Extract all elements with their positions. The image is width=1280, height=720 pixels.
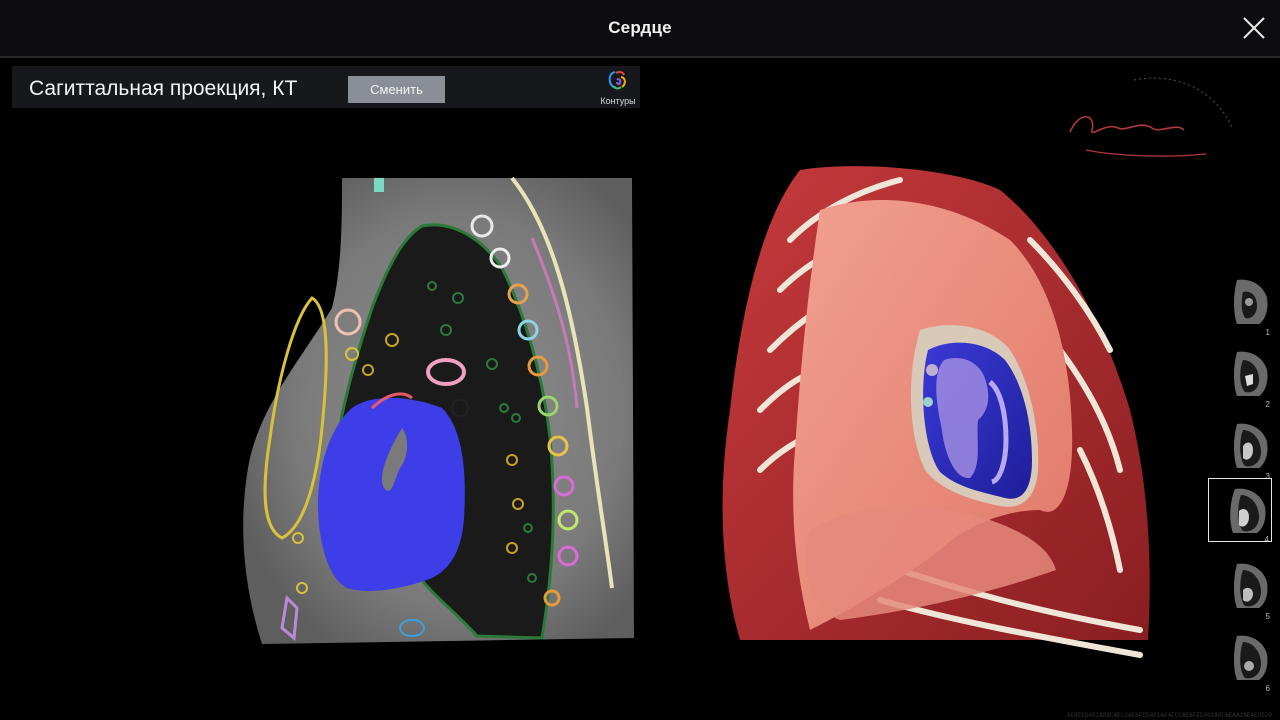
- top-bar: Сердце: [0, 0, 1280, 58]
- change-projection-button[interactable]: Сменить: [348, 76, 445, 103]
- slice-thumbnail-6[interactable]: 6: [1208, 626, 1272, 693]
- slice-thumbnail-3[interactable]: 3: [1208, 414, 1272, 481]
- ct-image[interactable]: [12, 108, 640, 714]
- slice-thumbnails: 1 2 3 4 5 6: [1206, 270, 1276, 693]
- thumbnail-number: 4: [1264, 535, 1269, 544]
- footer-hash: AE8FED401A88CAEC2AE8FED401A84FCCAE8FED40…: [1066, 712, 1272, 719]
- contours-label: Контуры: [600, 96, 636, 106]
- slice-thumbnail-2[interactable]: 2: [1208, 342, 1272, 409]
- window-title: Сердце: [608, 18, 672, 37]
- thumbnail-number: 2: [1265, 400, 1270, 409]
- slice-thumbnail-5[interactable]: 5: [1208, 554, 1272, 621]
- ct-panel-header: Сагиттальная проекция, КТ Сменить Контур…: [12, 66, 640, 108]
- thumbnail-number: 1: [1265, 328, 1270, 337]
- contours-toggle[interactable]: Контуры: [596, 70, 640, 108]
- thumbnail-number: 6: [1265, 684, 1270, 693]
- close-icon[interactable]: [1242, 16, 1266, 40]
- slice-thumbnail-4[interactable]: 4: [1208, 478, 1272, 544]
- 3d-heart-model[interactable]: [700, 150, 1180, 670]
- slice-thumbnail-1[interactable]: 1: [1208, 270, 1272, 337]
- projection-title: Сагиттальная проекция, КТ: [29, 77, 298, 100]
- thumbnail-number: 5: [1265, 612, 1270, 621]
- ct-panel: Сагиттальная проекция, КТ Сменить Контур…: [12, 66, 640, 714]
- contours-icon: [608, 70, 626, 90]
